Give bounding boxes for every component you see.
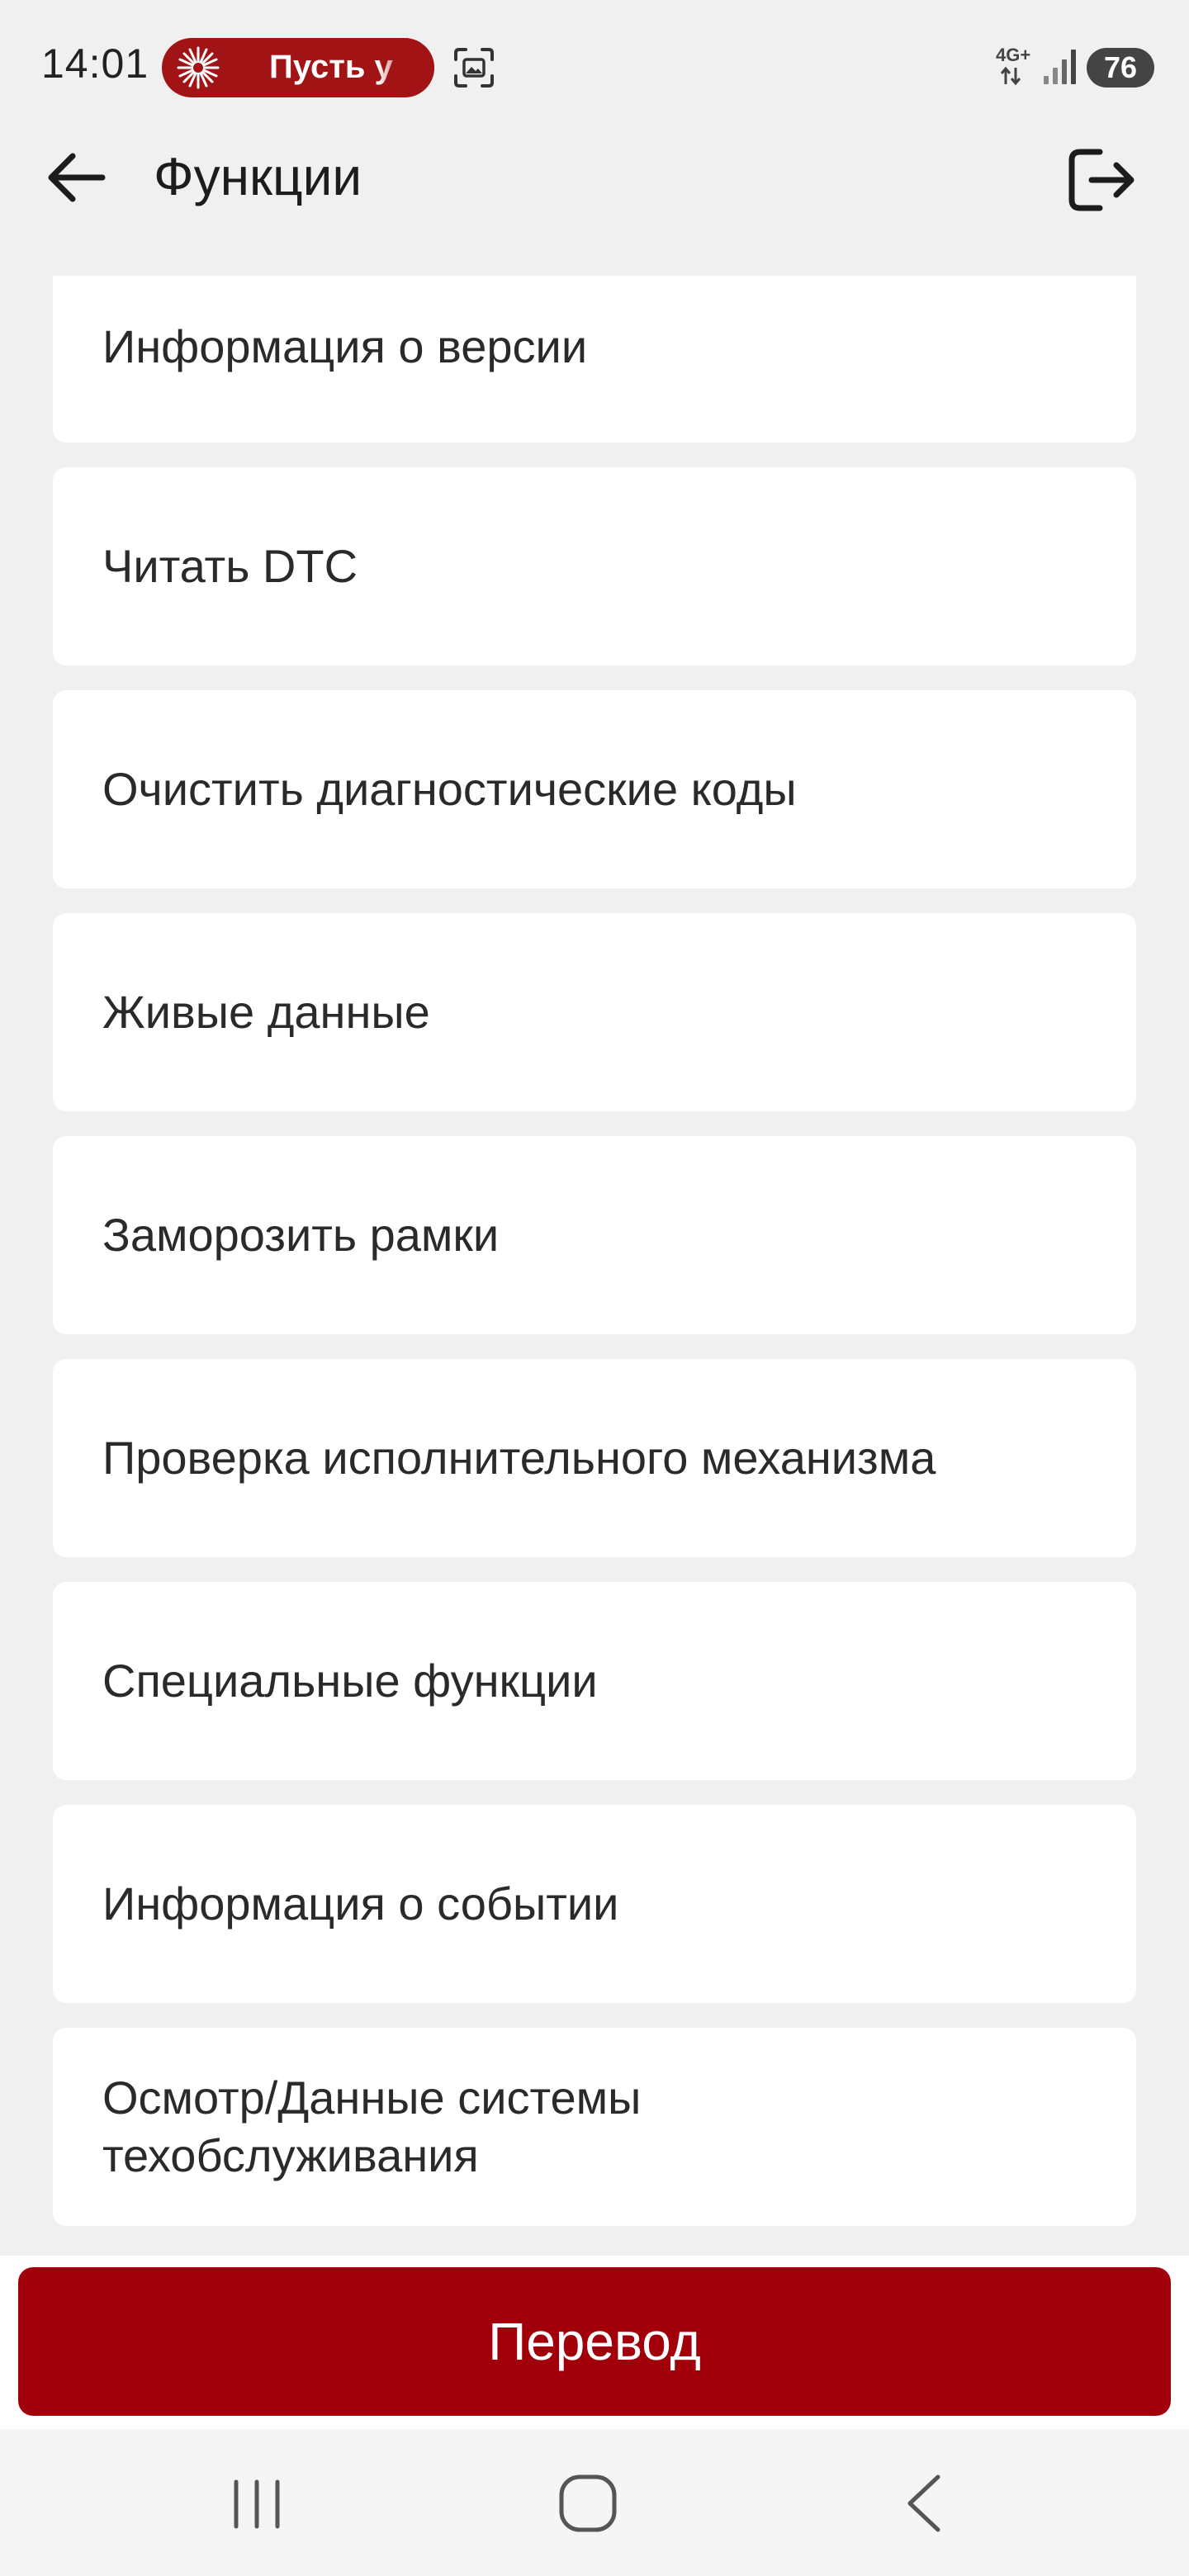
list-item-live-data[interactable]: Живые данные	[53, 913, 1136, 1111]
list-item-label: Живые данные	[102, 986, 430, 1038]
status-bar: 14:01 Пусть у 4G+ 76	[0, 0, 1189, 132]
notification-text: Пусть у	[269, 49, 393, 85]
system-back-icon[interactable]	[895, 2470, 953, 2536]
list-item-special-functions[interactable]: Специальные функции	[53, 1582, 1136, 1780]
list-item-clear-codes[interactable]: Очистить диагностические коды	[53, 690, 1136, 888]
notification-pill[interactable]: Пусть у	[162, 38, 434, 97]
network-4g-icon: 4G+	[994, 43, 1045, 89]
list-item-label: Читать DTC	[102, 540, 358, 592]
list-item-actuator-test[interactable]: Проверка исполнительного механизма	[53, 1359, 1136, 1557]
list-item-label: Осмотр/Данные системы техобслуживания	[102, 2072, 642, 2181]
network-label: 4G+	[996, 45, 1030, 65]
list-item-label: Информация о версии	[102, 320, 588, 372]
list-item-event-info[interactable]: Информация о событии	[53, 1805, 1136, 2003]
back-arrow-icon[interactable]	[41, 142, 112, 213]
battery-indicator: 76	[1087, 48, 1154, 88]
page-title: Функции	[154, 147, 362, 206]
recent-apps-icon[interactable]	[220, 2475, 294, 2533]
notification-fade	[377, 38, 434, 97]
translate-button[interactable]: Перевод	[18, 2267, 1171, 2416]
functions-list[interactable]: Информация о версии Читать DTC Очистить …	[53, 276, 1136, 2267]
list-item-read-dtc[interactable]: Читать DTC	[53, 467, 1136, 665]
signal-icon	[1044, 50, 1076, 84]
list-item-label: Информация о событии	[102, 1878, 619, 1930]
screen: 14:01 Пусть у 4G+ 76 Функции Информация …	[0, 0, 1189, 2576]
list-item-label: Проверка исполнительного механизма	[102, 1432, 936, 1484]
list-item-label: Специальные функции	[102, 1655, 598, 1707]
screenshot-icon	[454, 48, 494, 88]
status-time: 14:01	[41, 40, 149, 87]
app-bar: Функции	[0, 124, 1189, 231]
list-item-version-info[interactable]: Информация о версии	[53, 276, 1136, 443]
list-item-label: Очистить диагностические коды	[102, 763, 797, 815]
logout-icon[interactable]	[1062, 140, 1141, 220]
list-item-label: Заморозить рамки	[102, 1209, 500, 1261]
list-item-freeze-frames[interactable]: Заморозить рамки	[53, 1136, 1136, 1334]
list-item-maintenance-data[interactable]: Осмотр/Данные системы техобслуживания	[53, 2028, 1136, 2226]
sparkle-icon	[177, 46, 220, 89]
home-icon[interactable]	[555, 2470, 621, 2536]
system-navigation-bar	[0, 2429, 1189, 2576]
